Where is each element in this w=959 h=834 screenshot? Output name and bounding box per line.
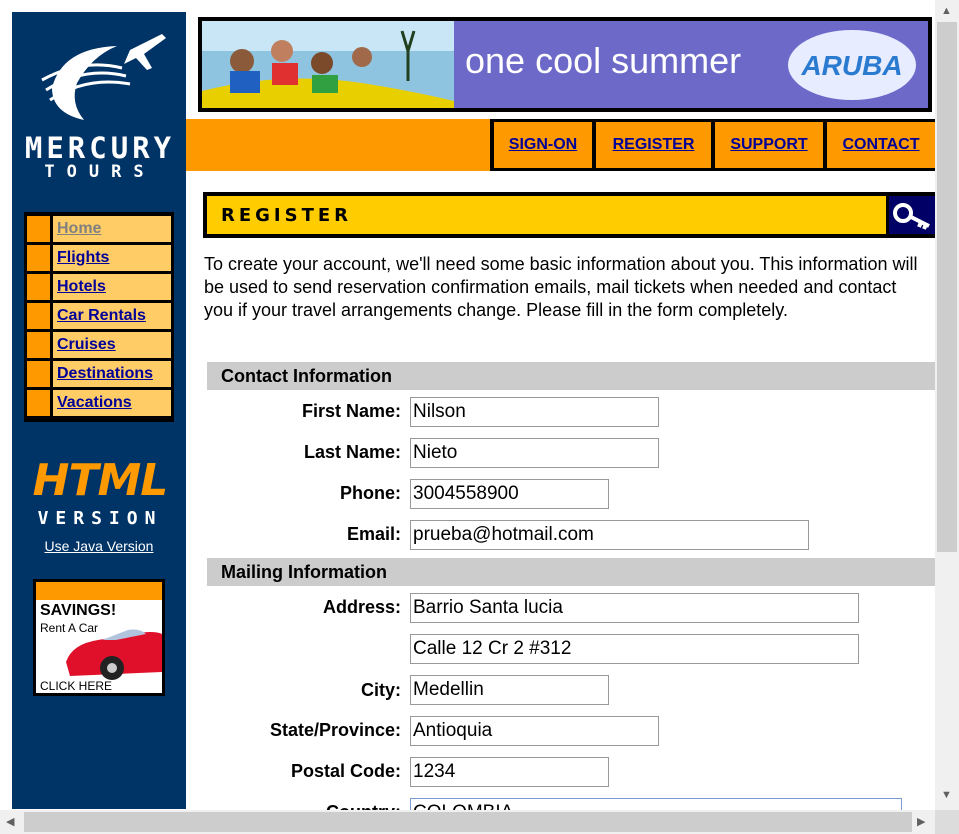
- savings-ad-header: [36, 582, 162, 600]
- mercury-logo-icon: [41, 34, 166, 120]
- nav-item-vacations: Vacations: [27, 390, 171, 416]
- scroll-right-icon[interactable]: ▶: [917, 815, 925, 828]
- contact-link[interactable]: CONTACT: [827, 122, 935, 168]
- scroll-down-icon[interactable]: ▼: [941, 789, 952, 801]
- contact-section-header: Contact Information: [207, 362, 935, 390]
- city-label: City:: [361, 680, 401, 700]
- key-icon-box: [889, 196, 935, 234]
- postal-code-label: Postal Code:: [290, 761, 401, 781]
- left-nav-menu: Home Flights Hotels Car Rentals Cruises …: [24, 212, 174, 422]
- horizontal-scroll-thumb[interactable]: [24, 812, 912, 832]
- mailing-section-title: Mailing Information: [221, 562, 387, 582]
- html-version-sub: VERSION: [37, 508, 163, 529]
- contact-section-title: Contact Information: [221, 366, 392, 386]
- nav-item-home: Home: [27, 216, 171, 242]
- key-icon: [893, 203, 930, 230]
- savings-ad-cta[interactable]: CLICK HERE: [40, 679, 112, 693]
- email-input[interactable]: prueba@hotmail.com: [410, 520, 809, 550]
- state-input[interactable]: Antioquia: [410, 716, 659, 746]
- vertical-scroll-thumb[interactable]: [937, 22, 957, 552]
- banner-photo-icon: [202, 21, 454, 108]
- logo-text-tours: TOURS: [44, 162, 156, 182]
- menu-item-register: REGISTER: [596, 122, 711, 168]
- nav-item-flights: Flights: [27, 245, 171, 271]
- last-name-input[interactable]: Nieto: [410, 438, 659, 468]
- nav-link-vacations[interactable]: Vacations: [57, 394, 132, 412]
- nav-link-destinations[interactable]: Destinations: [57, 365, 153, 383]
- menu-item-contact: CONTACT: [827, 122, 935, 168]
- phone-input[interactable]: 3004558900: [410, 479, 609, 509]
- nav-item-cruises: Cruises: [27, 332, 171, 358]
- page-title: REGISTER: [221, 205, 353, 226]
- last-name-label: Last Name:: [303, 442, 401, 462]
- menu-item-support: SUPPORT: [715, 122, 823, 168]
- sign-on-link[interactable]: SIGN-ON: [494, 122, 592, 168]
- nav-link-car-rentals[interactable]: Car Rentals: [57, 307, 146, 325]
- email-label: Email:: [346, 524, 401, 544]
- menu-item-signon: SIGN-ON: [494, 122, 592, 168]
- nav-link-home[interactable]: Home: [57, 220, 101, 238]
- nav-item-destinations: Destinations: [27, 361, 171, 387]
- aruba-brand-text: ARUBA: [801, 50, 903, 81]
- savings-ad-title: SAVINGS!: [40, 602, 117, 619]
- address1-input[interactable]: Barrio Santa lucia: [410, 593, 859, 623]
- html-version-logo: HTML: [32, 455, 169, 506]
- banner-slogan: one cool summer: [465, 40, 742, 81]
- first-name-label: First Name:: [301, 401, 401, 421]
- address2-input[interactable]: Calle 12 Cr 2 #312: [410, 634, 859, 664]
- logo-text-mercury: MERCURY: [24, 131, 176, 165]
- first-name-input[interactable]: Nilson: [410, 397, 659, 427]
- nav-link-hotels[interactable]: Hotels: [57, 278, 106, 296]
- scroll-left-icon[interactable]: ◀: [6, 815, 14, 828]
- scrollbar-corner: [935, 810, 959, 834]
- support-link[interactable]: SUPPORT: [715, 122, 823, 168]
- nav-item-hotels: Hotels: [27, 274, 171, 300]
- nav-link-cruises[interactable]: Cruises: [57, 336, 116, 354]
- nav-link-flights[interactable]: Flights: [57, 249, 109, 267]
- scroll-up-icon[interactable]: ▲: [941, 5, 952, 17]
- city-input[interactable]: Medellin: [410, 675, 609, 705]
- postal-code-input[interactable]: 1234: [410, 757, 609, 787]
- savings-ad-subtitle: Rent A Car: [40, 621, 99, 635]
- nav-item-car-rentals: Car Rentals: [27, 303, 171, 329]
- address-label: Address:: [322, 597, 401, 617]
- state-label: State/Province:: [269, 720, 401, 740]
- intro-text: To create your account, we'll need some …: [204, 254, 918, 320]
- mailing-section-header: Mailing Information: [207, 558, 935, 586]
- use-java-version-link[interactable]: Use Java Version: [12, 538, 186, 554]
- phone-label: Phone:: [340, 483, 401, 503]
- register-link[interactable]: REGISTER: [596, 122, 711, 168]
